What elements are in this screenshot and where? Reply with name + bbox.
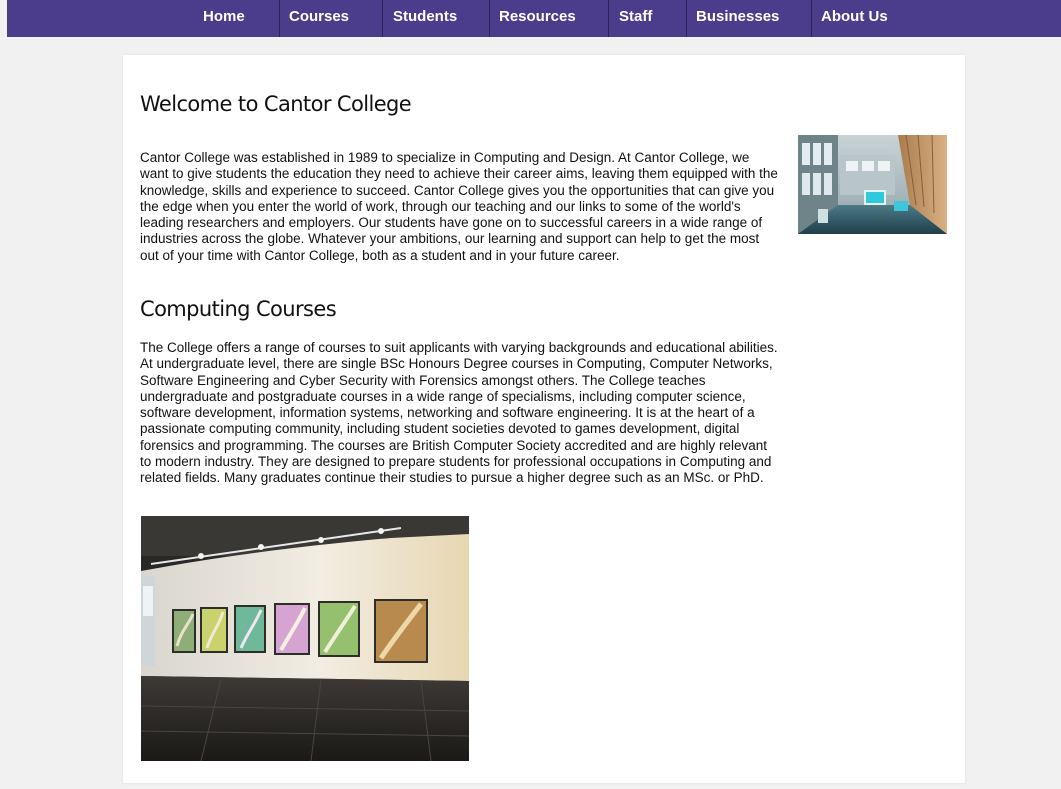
nav-about-us-link[interactable]: About Us (821, 0, 888, 37)
top-navigation-bar: Home Courses Students Resources Staff Bu… (7, 0, 1061, 37)
nav-home-link[interactable]: Home (203, 0, 245, 37)
courses-paragraph: The College offers a range of courses to… (140, 340, 778, 486)
nav-resources-link[interactable]: Resources (499, 0, 576, 37)
nav-students-link[interactable]: Students (393, 0, 457, 37)
computing-courses-heading: Computing Courses (140, 297, 337, 321)
welcome-paragraph: Cantor College was established in 1989 t… (140, 150, 778, 263)
nav-divider (811, 0, 812, 37)
nav-divider (279, 0, 280, 37)
nav-courses-link[interactable]: Courses (289, 0, 349, 37)
nav-divider (608, 0, 609, 37)
welcome-heading: Welcome to Cantor College (140, 92, 412, 116)
nav-divider (686, 0, 687, 37)
nav-divider (382, 0, 383, 37)
nav-businesses-link[interactable]: Businesses (696, 0, 779, 37)
nav-divider (489, 0, 490, 37)
main-content-card: Welcome to Cantor College Cantor College… (123, 55, 965, 783)
nav-staff-link[interactable]: Staff (619, 0, 652, 37)
college-atrium-photo (798, 135, 947, 234)
art-gallery-photo (141, 516, 469, 761)
